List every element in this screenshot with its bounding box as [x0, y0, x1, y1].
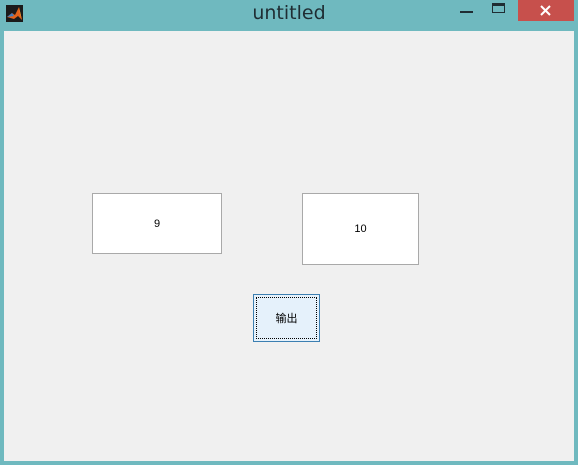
close-icon: [540, 5, 551, 16]
title-bar[interactable]: untitled: [0, 0, 578, 31]
matlab-icon: [6, 5, 23, 22]
figure-window: untitled 9 10 输出: [0, 0, 578, 465]
output-button[interactable]: 输出: [253, 294, 320, 342]
edit-box-2-value: 10: [354, 223, 367, 235]
edit-box-2[interactable]: 10: [302, 193, 419, 265]
figure-client-area: 9 10 输出: [4, 31, 574, 461]
edit-box-1[interactable]: 9: [92, 193, 222, 254]
minimize-icon[interactable]: [452, 0, 480, 22]
close-button[interactable]: [518, 0, 574, 21]
maximize-icon[interactable]: [484, 0, 514, 22]
output-button-label: 输出: [275, 312, 298, 325]
edit-box-1-value: 9: [153, 217, 161, 230]
